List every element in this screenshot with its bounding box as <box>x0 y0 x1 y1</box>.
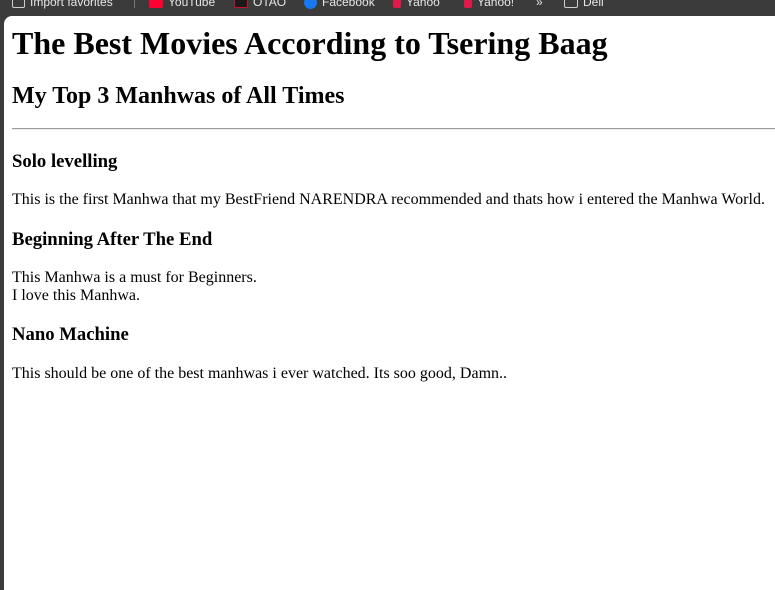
item-description: This Manhwa is a must for Beginners. <box>12 269 257 286</box>
facebook-icon <box>304 0 317 9</box>
page-subtitle: My Top 3 Manhwas of All Times <box>12 83 345 109</box>
bookmark-otao[interactable]: OTAO <box>234 0 286 10</box>
more-bookmarks-chevron[interactable]: » <box>536 0 543 10</box>
item-heading-nano-machine: Nano Machine <box>12 324 129 345</box>
page-viewport: The Best Movies According to Tsering Baa… <box>4 16 775 590</box>
bookmark-separator <box>134 0 135 8</box>
page-title: The Best Movies According to Tsering Baa… <box>12 25 608 61</box>
yahoo-icon <box>393 0 401 8</box>
bookmark-import-favorites[interactable]: Import favorites <box>12 0 113 10</box>
item-heading-beginning-after-the-end: Beginning After The End <box>12 229 213 250</box>
bookmark-youtube[interactable]: YouTube <box>149 0 215 10</box>
import-icon <box>12 0 25 8</box>
item-description: I love this Manhwa. <box>12 287 140 304</box>
horizontal-rule <box>12 128 775 130</box>
site-icon <box>234 0 248 8</box>
yahoo-icon <box>464 0 472 8</box>
folder-icon <box>564 0 578 8</box>
item-description: This should be one of the best manhwas i… <box>12 365 508 382</box>
bookmark-facebook[interactable]: Facebook <box>304 0 375 10</box>
youtube-icon <box>149 0 163 8</box>
bookmark-folder-dell[interactable]: Dell <box>564 0 604 10</box>
bookmarks-bar: Import favorites YouTube OTAO Facebook Y… <box>0 0 775 16</box>
double-chevron-icon: » <box>536 0 543 9</box>
item-heading-solo-levelling: Solo levelling <box>12 151 118 172</box>
item-description: This is the first Manhwa that my BestFri… <box>12 191 765 208</box>
bookmark-yahoo-2[interactable]: Yahoo! <box>464 0 514 10</box>
bookmark-yahoo[interactable]: Yahoo <box>393 0 440 10</box>
